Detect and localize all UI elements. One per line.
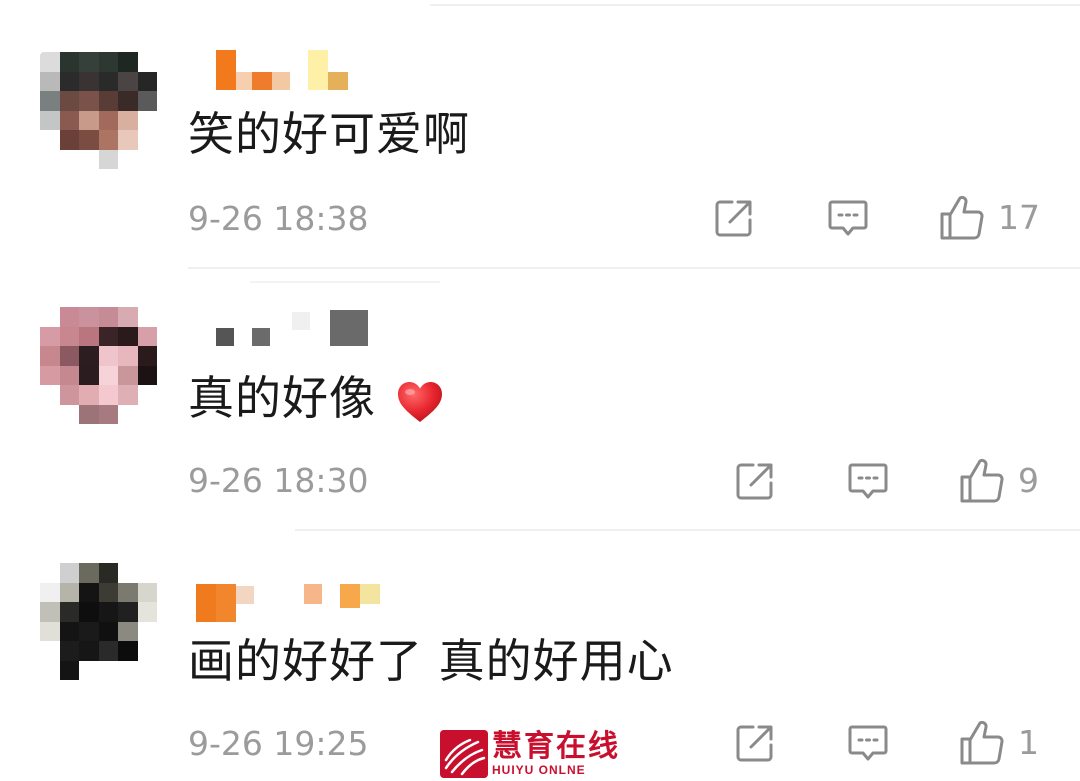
thumbs-up-icon <box>960 458 1004 503</box>
avatar[interactable] <box>40 52 157 169</box>
username-pixelated[interactable] <box>194 580 380 622</box>
comment-text: 画的好好了 真的好用心 <box>188 633 674 689</box>
watermark-text: 慧育在线 HUIYU ONLNE <box>492 729 620 778</box>
share-button[interactable] <box>712 196 756 240</box>
comment-divider <box>295 529 1080 531</box>
thumbs-up-icon <box>940 195 984 240</box>
like-button[interactable]: 9 <box>958 457 1039 505</box>
comment-timestamp: 9-26 18:38 <box>188 199 369 238</box>
share-button[interactable] <box>733 459 777 503</box>
reply-icon <box>828 200 868 236</box>
top-divider <box>430 4 1080 6</box>
comment-text: 真的好像 <box>188 370 444 426</box>
username-pixelated[interactable] <box>194 48 348 90</box>
comment-text-content: 笑的好可爱啊 <box>188 107 470 161</box>
like-count: 9 <box>1018 461 1039 500</box>
reply-button[interactable] <box>826 196 870 240</box>
comment-text-content: 真的好像 <box>188 371 376 425</box>
red-heart-emoji <box>397 381 442 422</box>
comment-timestamp: 9-26 18:30 <box>188 461 369 500</box>
share-icon <box>736 463 773 500</box>
watermark-name-cn: 慧育在线 <box>492 729 620 764</box>
like-count: 17 <box>998 198 1040 237</box>
like-count: 1 <box>1018 723 1039 762</box>
comment-feed: 笑的好可爱啊 9-26 18:38 17 真的好像 9-26 18:30 9 画… <box>0 0 1080 781</box>
comment-text: 笑的好可爱啊 <box>188 106 470 162</box>
comment-divider-shadow <box>250 281 440 283</box>
username-pixelated[interactable] <box>194 304 368 346</box>
comment-timestamp: 9-26 19:25 <box>188 724 369 763</box>
reply-icon <box>848 463 888 499</box>
share-icon <box>736 725 773 762</box>
watermark: 慧育在线 HUIYU ONLNE <box>440 729 645 779</box>
like-button[interactable]: 1 <box>958 719 1039 767</box>
thumbs-up-icon <box>960 720 1004 765</box>
watermark-name-en: HUIYU ONLNE <box>492 763 586 777</box>
avatar[interactable] <box>40 307 157 424</box>
huiyu-logo-icon <box>440 730 488 778</box>
reply-button[interactable] <box>846 459 890 503</box>
reply-button[interactable] <box>846 721 890 765</box>
like-button[interactable]: 17 <box>938 194 1040 242</box>
comment-divider <box>188 267 1080 269</box>
avatar[interactable] <box>40 563 157 680</box>
share-icon <box>715 200 752 237</box>
share-button[interactable] <box>733 721 777 765</box>
reply-icon <box>848 725 888 761</box>
comment-text-content: 画的好好了 真的好用心 <box>188 634 674 688</box>
